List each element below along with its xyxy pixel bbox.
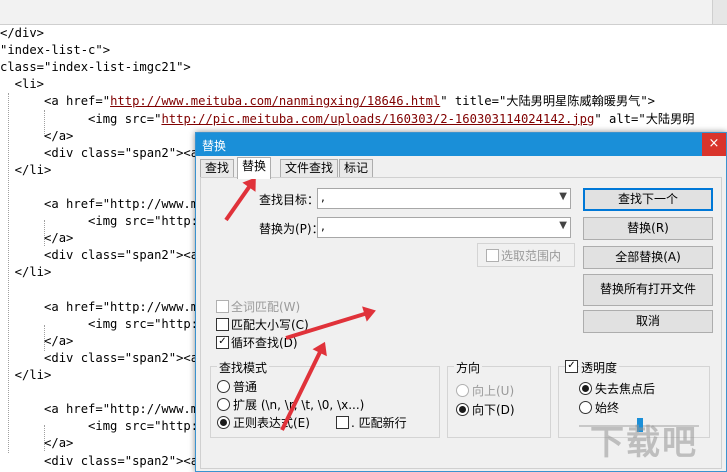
scrollbar-corner[interactable] — [712, 0, 727, 24]
code-line[interactable]: class="index-list-imgc21"> — [0, 59, 191, 76]
direction-group: 方向 向上(U) 向下(D) — [447, 359, 551, 438]
code-line[interactable]: </a> — [0, 333, 73, 350]
code-line[interactable]: <a href="http://www.meituba.com/nanmingx… — [0, 93, 655, 110]
find-what-input[interactable]: , ▼ — [317, 188, 571, 209]
code-line[interactable]: <div class="span2"><a — [0, 453, 198, 470]
code-line[interactable]: </a> — [0, 230, 73, 247]
transparency-title: 透明度 — [579, 359, 620, 376]
code-url[interactable]: http://pic.meituba.com/uploads/160303/2-… — [161, 112, 594, 126]
cancel-button[interactable]: 取消 — [583, 310, 713, 333]
code-line[interactable]: <div class="span2"><a — [0, 350, 198, 367]
code-line[interactable]: <div class="span2"><a — [0, 247, 198, 264]
find-next-button[interactable]: 查找下一个 — [583, 188, 713, 211]
code-line[interactable]: </li> — [0, 367, 52, 384]
search-mode-title: 查找模式 — [217, 359, 270, 376]
transparency-on-lose-focus-label: 失去焦点后 — [595, 382, 656, 396]
search-mode-group: 查找模式 普通 扩展 (\n, \r, \t, \0, \x...) 正则表达式… — [210, 359, 440, 438]
in-selection-box: 选取范围内 — [477, 243, 575, 267]
tab-find[interactable]: 查找 — [200, 159, 235, 178]
mode-normal-label: 普通 — [233, 380, 258, 394]
code-line[interactable]: "index-list-c"> — [0, 42, 110, 59]
code-url[interactable]: http://www.meituba.com/nanmingxing/18646… — [110, 94, 440, 108]
code-line[interactable]: <a href="http://www.m — [0, 299, 198, 316]
transparency-on-lose-focus-radio[interactable] — [579, 382, 592, 395]
replace-all-open-files-button[interactable]: 替换所有打开文件 — [583, 274, 713, 306]
chevron-down-icon[interactable]: ▼ — [559, 220, 567, 231]
tab-replace[interactable]: 替换 — [237, 157, 272, 179]
mode-regex-label: 正则表达式(E) — [233, 416, 310, 430]
code-line[interactable]: </li> — [0, 264, 52, 281]
code-line[interactable]: <div class="span2"><a — [0, 145, 198, 162]
dot-newline-checkbox[interactable] — [336, 416, 349, 429]
transparency-always-label: 始终 — [595, 401, 620, 415]
code-line[interactable]: <img src="http: — [0, 316, 198, 333]
direction-down-radio[interactable] — [456, 403, 469, 416]
transparency-checkbox[interactable]: ✓ — [565, 360, 578, 373]
code-line[interactable]: <a href="http://www.m — [0, 401, 198, 418]
dot-newline-label: . 匹配新行 — [351, 416, 407, 430]
mode-extended-radio[interactable] — [217, 398, 230, 411]
code-line[interactable]: <img src="http://pic.meituba.com/uploads… — [0, 111, 694, 128]
find-what-label: 查找目标： — [259, 193, 320, 207]
match-case-label: 匹配大小写(C) — [231, 318, 309, 332]
code-line[interactable]: </a> — [0, 435, 73, 452]
dialog-tabs: 查找 替换 文件查找 标记 — [200, 157, 700, 179]
replace-button[interactable]: 替换(R) — [583, 217, 713, 240]
code-line[interactable]: <a href="http://www.m — [0, 196, 198, 213]
transparency-always-radio[interactable] — [579, 401, 592, 414]
code-line[interactable]: <li> — [0, 76, 44, 93]
replace-all-button[interactable]: 全部替换(A) — [583, 246, 713, 269]
top-toolbar-strip — [0, 0, 727, 25]
code-line[interactable]: </a> — [0, 128, 73, 145]
direction-up-label: 向上(U) — [472, 384, 515, 398]
mode-normal-radio[interactable] — [217, 380, 230, 393]
whole-word-label: 全词匹配(W) — [231, 300, 301, 314]
wrap-around-checkbox[interactable]: ✓ — [216, 336, 229, 349]
match-case-checkbox[interactable] — [216, 318, 229, 331]
dialog-titlebar[interactable]: 替换 × — [196, 133, 726, 156]
replace-with-input[interactable]: , ▼ — [317, 217, 571, 238]
find-what-value: , — [321, 190, 325, 204]
code-line[interactable]: <img src="http: — [0, 418, 198, 435]
direction-up-radio[interactable] — [456, 384, 469, 397]
watermark-logo: 下载吧 — [590, 423, 698, 463]
close-icon: × — [708, 136, 720, 151]
direction-title: 方向 — [454, 359, 483, 376]
code-line[interactable]: <img src="http: — [0, 213, 198, 230]
tab-find-in-files[interactable]: 文件查找 — [280, 159, 339, 178]
mode-regex-radio[interactable] — [217, 416, 230, 429]
replace-with-label: 替换为(P)： — [259, 222, 324, 236]
tab-mark[interactable]: 标记 — [339, 159, 374, 178]
code-line[interactable]: </li> — [0, 162, 52, 179]
direction-down-label: 向下(D) — [472, 403, 515, 417]
replace-with-value: , — [321, 219, 325, 233]
code-line[interactable]: </div> — [0, 25, 44, 42]
close-button[interactable]: × — [702, 133, 726, 156]
whole-word-checkbox[interactable] — [216, 300, 229, 313]
in-selection-label: 选取范围内 — [501, 249, 562, 263]
dialog-title: 替换 — [202, 139, 227, 153]
chevron-down-icon[interactable]: ▼ — [559, 191, 567, 202]
in-selection-checkbox[interactable] — [486, 249, 499, 262]
